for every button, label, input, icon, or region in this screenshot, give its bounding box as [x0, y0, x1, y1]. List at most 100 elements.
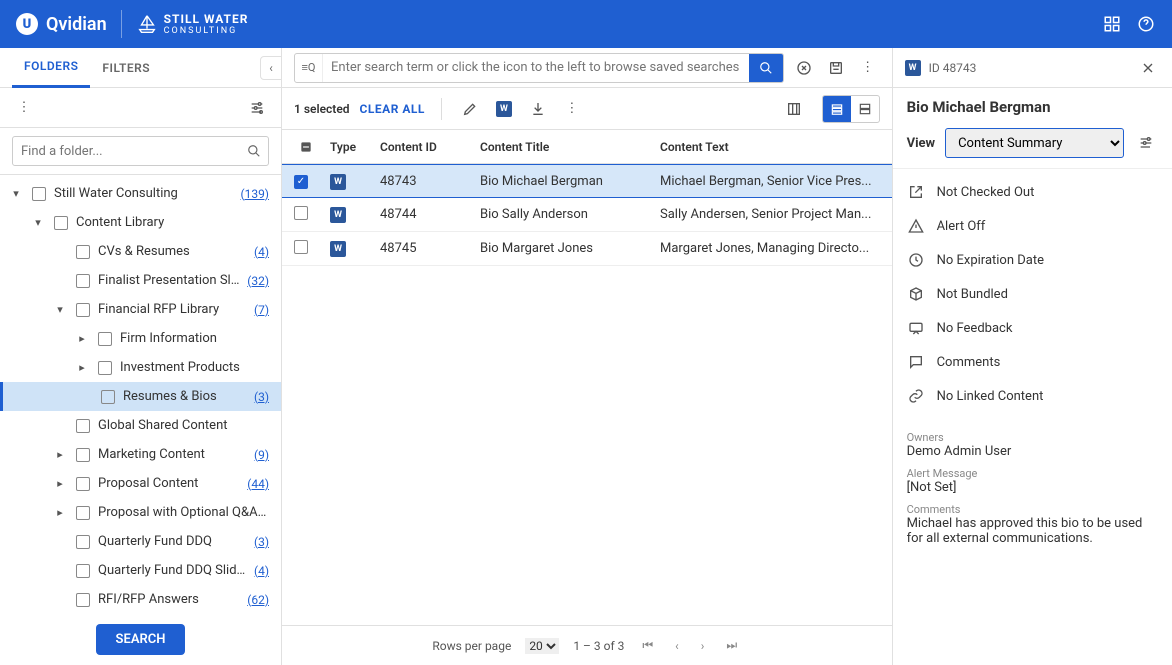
folder-checkbox[interactable] — [76, 419, 90, 433]
folder-count[interactable]: (62) — [241, 593, 269, 607]
collapse-left-icon[interactable]: ‹ — [260, 56, 282, 80]
summary-item[interactable]: Not Bundled — [907, 277, 1158, 311]
client-logo[interactable]: STILL WATER CONSULTING — [136, 12, 249, 36]
folder-count[interactable]: (139) — [234, 187, 269, 201]
folder-checkbox[interactable] — [98, 332, 112, 346]
next-page-icon[interactable]: › — [697, 639, 709, 653]
col-id[interactable]: Content ID — [380, 140, 480, 154]
folder-checkbox[interactable] — [54, 216, 68, 230]
folder-count[interactable]: (4) — [248, 245, 269, 259]
folder-count[interactable]: (7) — [248, 303, 269, 317]
summary-item[interactable]: Alert Off — [907, 209, 1158, 243]
folder-checkbox[interactable] — [76, 564, 90, 578]
folder-checkbox[interactable] — [76, 593, 90, 607]
folder-count[interactable]: (3) — [248, 535, 269, 549]
tree-node[interactable]: ▾Financial RFP Library(7) — [0, 295, 281, 324]
rows-per-page-select[interactable]: 20 — [525, 638, 559, 654]
table-row[interactable]: W48744Bio Sally AndersonSally Andersen, … — [282, 198, 892, 232]
folder-count[interactable]: (44) — [241, 477, 269, 491]
tree-node[interactable]: RFI/RFP Answers(62) — [0, 585, 281, 614]
folder-checkbox[interactable] — [76, 274, 90, 288]
more-vertical-icon[interactable]: ⋮ — [856, 56, 880, 80]
folder-count[interactable]: (32) — [241, 274, 269, 288]
app-logo[interactable]: U Qvidian — [16, 13, 107, 35]
search-go-button[interactable] — [749, 54, 783, 82]
tree-node[interactable]: ▸Proposal Content(44) — [0, 469, 281, 498]
download-icon[interactable] — [526, 97, 550, 121]
close-icon[interactable] — [1136, 56, 1160, 80]
folder-checkbox[interactable] — [32, 187, 46, 201]
tree-node[interactable]: ▸Investment Products — [0, 353, 281, 382]
edit-icon[interactable] — [458, 97, 482, 121]
col-type[interactable]: Type — [330, 140, 380, 154]
folder-checkbox[interactable] — [76, 506, 90, 520]
select-all-checkbox[interactable] — [294, 135, 318, 159]
last-page-icon[interactable]: ⏭ — [722, 638, 741, 653]
prev-page-icon[interactable]: ‹ — [671, 639, 683, 653]
search-icon[interactable] — [247, 144, 261, 158]
tree-node[interactable]: Finalist Presentation Slides(32) — [0, 266, 281, 295]
chevron-icon[interactable]: ▸ — [52, 506, 68, 519]
chevron-icon[interactable]: ▾ — [52, 303, 68, 316]
chevron-icon[interactable]: ▸ — [74, 332, 90, 345]
sliders-icon[interactable] — [245, 96, 269, 120]
row-checkbox[interactable] — [294, 206, 308, 220]
saved-search-icon[interactable]: ≡Q — [295, 54, 323, 82]
table-row[interactable]: ✓W48743Bio Michael BergmanMichael Bergma… — [282, 164, 892, 198]
tree-node[interactable]: ▸Proposal with Optional Q&A Doc Type — [0, 498, 281, 527]
chevron-icon[interactable]: ▸ — [74, 361, 90, 374]
folder-checkbox[interactable] — [76, 477, 90, 491]
summary-item[interactable]: Comments — [907, 345, 1158, 379]
tree-node[interactable]: CVs & Resumes(4) — [0, 237, 281, 266]
col-title[interactable]: Content Title — [480, 140, 660, 154]
row-checkbox[interactable]: ✓ — [294, 175, 308, 189]
row-checkbox[interactable] — [294, 240, 308, 254]
tree-node[interactable]: ▾Content Library — [0, 208, 281, 237]
view-select[interactable]: Content Summary — [945, 128, 1124, 158]
save-icon[interactable] — [824, 56, 848, 80]
tree-node[interactable]: ▸Marketing Content(9) — [0, 440, 281, 469]
word-export-icon[interactable]: W — [492, 97, 516, 121]
chevron-icon[interactable]: ▸ — [52, 477, 68, 490]
tree-node[interactable]: Quarterly Fund DDQ Slides(4) — [0, 556, 281, 585]
folder-count[interactable]: (9) — [248, 448, 269, 462]
folder-checkbox[interactable] — [76, 303, 90, 317]
chevron-icon[interactable]: ▾ — [30, 216, 46, 229]
find-folder-input[interactable] — [12, 136, 269, 166]
summary-item[interactable]: No Expiration Date — [907, 243, 1158, 277]
help-icon[interactable] — [1136, 14, 1156, 34]
grid-icon[interactable] — [1102, 14, 1122, 34]
chevron-icon[interactable]: ▸ — [52, 448, 68, 461]
folder-checkbox[interactable] — [101, 390, 115, 404]
columns-icon[interactable] — [782, 97, 806, 121]
tree-node[interactable]: ▸Firm Information — [0, 324, 281, 353]
summary-item[interactable]: No Linked Content — [907, 379, 1158, 413]
summary-item[interactable]: Not Checked Out — [907, 175, 1158, 209]
tab-folders[interactable]: FOLDERS — [12, 48, 90, 88]
search-input[interactable] — [323, 60, 749, 75]
card-view-icon[interactable] — [851, 96, 879, 122]
folder-count[interactable]: (4) — [248, 564, 269, 578]
tree-node[interactable]: Resumes & Bios(3) — [0, 382, 281, 411]
more-vertical-icon[interactable]: ⋮ — [12, 96, 36, 120]
chevron-icon[interactable]: ▾ — [8, 187, 24, 200]
table-row[interactable]: W48745Bio Margaret JonesMargaret Jones, … — [282, 232, 892, 266]
tree-node[interactable]: Quarterly Fund DDQ(3) — [0, 527, 281, 556]
col-text[interactable]: Content Text — [660, 140, 880, 154]
tree-node[interactable]: Global Shared Content — [0, 411, 281, 440]
list-view-icon[interactable] — [823, 96, 851, 122]
first-page-icon[interactable]: ⏮ — [638, 638, 657, 653]
tab-filters[interactable]: FILTERS — [90, 48, 162, 88]
search-button[interactable]: SEARCH — [96, 624, 186, 655]
folder-checkbox[interactable] — [76, 245, 90, 259]
folder-checkbox[interactable] — [76, 535, 90, 549]
sliders-icon[interactable] — [1134, 131, 1158, 155]
folder-count[interactable]: (3) — [248, 390, 269, 404]
clear-all-button[interactable]: CLEAR ALL — [360, 102, 425, 116]
folder-checkbox[interactable] — [98, 361, 112, 375]
clear-search-icon[interactable] — [792, 56, 816, 80]
summary-item[interactable]: No Feedback — [907, 311, 1158, 345]
tree-node[interactable]: ▾Still Water Consulting(139) — [0, 179, 281, 208]
folder-checkbox[interactable] — [76, 448, 90, 462]
more-vertical-icon[interactable]: ⋮ — [560, 97, 584, 121]
